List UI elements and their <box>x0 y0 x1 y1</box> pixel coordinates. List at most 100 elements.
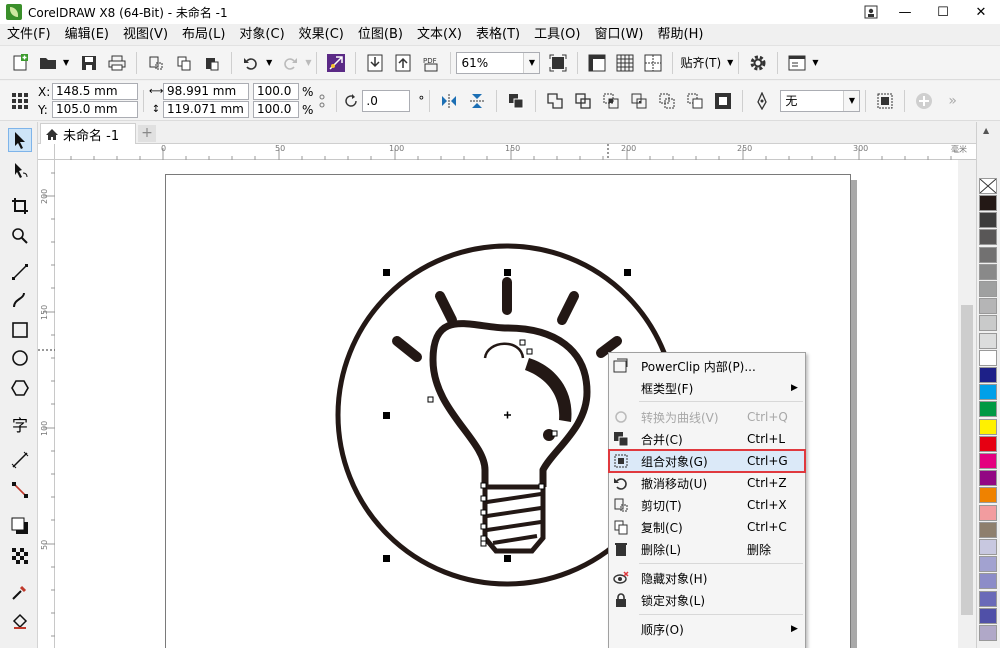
back-minus-front-icon[interactable] <box>683 89 707 113</box>
parallel-dimension-tool-icon[interactable] <box>8 448 32 472</box>
zoom-dropdown-icon[interactable]: ▼ <box>523 52 540 73</box>
options-gear-icon[interactable] <box>746 51 770 75</box>
ctx-item-order[interactable]: 顺序(O) ▶ <box>609 618 805 640</box>
color-swatch[interactable] <box>979 246 997 263</box>
menu-view[interactable]: 视图(V) <box>116 24 175 46</box>
light-rays[interactable] <box>392 277 622 362</box>
menu-file[interactable]: 文件(F) <box>0 24 58 46</box>
menu-tools[interactable]: 工具(O) <box>527 24 587 46</box>
color-swatch[interactable] <box>979 315 997 332</box>
color-swatch[interactable] <box>979 384 997 401</box>
shape-tool-icon[interactable] <box>8 158 32 182</box>
color-swatch[interactable] <box>979 539 997 555</box>
ctx-item-lock-object[interactable]: 锁定对象(L) <box>609 589 805 611</box>
polygon-tool-icon[interactable] <box>8 376 32 400</box>
create-boundary-icon[interactable] <box>711 89 735 113</box>
text-tool-icon[interactable]: 字 <box>8 412 32 436</box>
zoom-level-combo[interactable]: 61% ▼ <box>456 51 541 74</box>
show-guidelines-icon[interactable] <box>641 51 665 75</box>
center-marker[interactable] <box>504 411 511 419</box>
vertical-scrollbar[interactable] <box>958 160 976 648</box>
add-preset-icon[interactable] <box>912 89 936 113</box>
import-icon[interactable] <box>363 51 387 75</box>
color-swatch[interactable] <box>979 195 997 211</box>
artistic-media-tool-icon[interactable] <box>8 288 32 312</box>
show-grid-icon[interactable] <box>613 51 637 75</box>
redo-dropdown-icon[interactable]: ▼ <box>305 58 311 67</box>
close-button[interactable]: ✕ <box>962 0 1000 24</box>
color-swatch[interactable] <box>979 367 997 383</box>
menu-edit[interactable]: 编辑(E) <box>58 24 116 46</box>
color-swatch[interactable] <box>979 349 997 366</box>
color-swatch[interactable] <box>979 487 997 504</box>
color-swatch[interactable] <box>979 453 997 469</box>
filament-arc[interactable] <box>483 342 525 359</box>
color-swatch[interactable] <box>979 470 997 487</box>
freehand-tool-icon[interactable] <box>8 260 32 284</box>
color-swatch[interactable] <box>979 212 997 229</box>
group-objects-icon[interactable] <box>504 89 528 113</box>
interactive-fill-tool-icon[interactable] <box>8 610 32 634</box>
ctx-item-hide-object[interactable]: 隐藏对象(H) <box>609 567 805 589</box>
outline-pen-icon[interactable] <box>750 89 774 113</box>
color-swatch[interactable] <box>979 556 997 573</box>
pick-tool-icon[interactable] <box>8 128 32 152</box>
color-swatch[interactable] <box>979 418 997 435</box>
undo-toolbar-icon[interactable] <box>239 51 263 75</box>
ctx-item-undo-move[interactable]: 撤消移动(U) Ctrl+Z <box>609 472 805 494</box>
eyedropper-tool-icon[interactable] <box>8 580 32 604</box>
color-swatch[interactable] <box>979 573 997 590</box>
new-document-icon[interactable] <box>8 51 32 75</box>
snap-to-button[interactable]: 贴齐(T) <box>680 54 721 71</box>
color-swatch[interactable] <box>979 401 997 418</box>
color-swatch[interactable] <box>979 435 997 452</box>
export-icon[interactable] <box>391 51 415 75</box>
mirror-horizontal-icon[interactable] <box>437 89 461 113</box>
color-swatch[interactable] <box>979 263 997 280</box>
color-swatch[interactable] <box>979 281 997 297</box>
full-screen-icon[interactable] <box>546 51 570 75</box>
y-position-field[interactable]: 105.0 mm <box>52 101 138 118</box>
menu-layout[interactable]: 布局(L) <box>175 24 232 46</box>
ctx-item-group-objects[interactable]: 组合对象(G) Ctrl+G <box>608 449 806 473</box>
color-swatch[interactable] <box>979 504 997 521</box>
application-launcher-icon[interactable] <box>785 51 809 75</box>
account-icon[interactable] <box>856 0 886 24</box>
lightbulb-artwork[interactable] <box>55 160 976 648</box>
wrap-text-icon[interactable] <box>873 89 897 113</box>
menu-effects[interactable]: 效果(C) <box>292 24 351 46</box>
ctx-item-copy[interactable]: 复制(C) Ctrl+C <box>609 516 805 538</box>
paste-toolbar-icon[interactable] <box>200 51 224 75</box>
minimize-button[interactable]: — <box>886 0 924 24</box>
ctx-item-combine[interactable]: 合并(C) Ctrl+L <box>609 428 805 450</box>
color-swatch[interactable] <box>979 521 997 538</box>
add-tab-button[interactable]: + <box>138 125 156 142</box>
menu-window[interactable]: 窗口(W) <box>588 24 651 46</box>
color-swatch[interactable] <box>979 298 997 315</box>
rectangle-tool-icon[interactable] <box>8 318 32 342</box>
lock-ratio-icon[interactable] <box>315 89 329 113</box>
save-icon[interactable] <box>77 51 101 75</box>
color-swatch[interactable] <box>979 607 997 624</box>
drawing-canvas[interactable] <box>55 160 976 648</box>
menu-text[interactable]: 文本(X) <box>410 24 469 46</box>
color-swatch[interactable] <box>979 625 997 641</box>
color-swatch[interactable] <box>979 590 997 607</box>
ctx-item-delete[interactable]: 删除(L) 删除 <box>609 538 805 560</box>
drop-shadow-tool-icon[interactable] <box>8 514 32 538</box>
ctx-item-convert-to-curves[interactable]: 转换为曲线(V) Ctrl+Q <box>609 406 805 428</box>
connector-tool-icon[interactable] <box>8 478 32 502</box>
outline-dropdown-icon[interactable]: ▼ <box>843 90 860 111</box>
rotation-angle-field[interactable]: .0 <box>362 89 411 112</box>
outline-width-combo[interactable]: 无 ▼ <box>780 89 861 112</box>
height-field[interactable]: 119.071 mm <box>163 101 249 118</box>
scrollbar-thumb[interactable] <box>961 305 973 615</box>
ellipse-tool-icon[interactable] <box>8 346 32 370</box>
no-color-swatch[interactable] <box>979 178 997 194</box>
open-folder-icon[interactable] <box>36 51 60 75</box>
maximize-button[interactable]: ☐ <box>924 0 962 24</box>
vertical-ruler[interactable]: 200 150 100 50 <box>38 160 55 648</box>
ctx-item-cut[interactable]: 剪切(T) Ctrl+X <box>609 494 805 516</box>
more-options-icon[interactable]: » <box>948 93 957 109</box>
scale-y-field[interactable]: 100.0 <box>253 101 299 118</box>
